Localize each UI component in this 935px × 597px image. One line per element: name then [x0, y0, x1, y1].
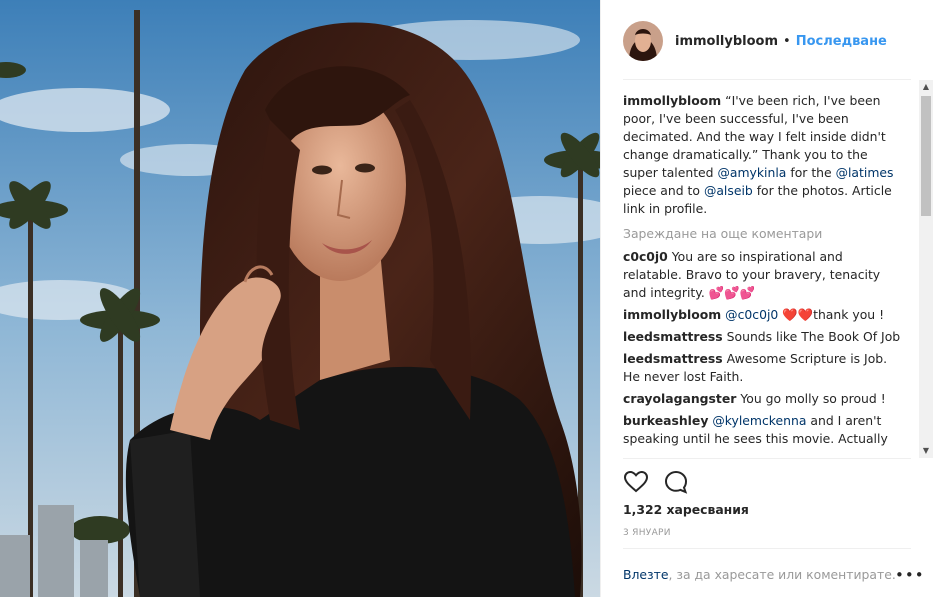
- likes-count[interactable]: 1,322 харесвания: [623, 502, 749, 517]
- comments-divider: [623, 458, 911, 459]
- login-prompt: Влезте, за да харесате или коментирате.: [623, 567, 896, 582]
- comment-item: leedsmattress Awesome Scripture is Job. …: [623, 350, 905, 386]
- comment-icon[interactable]: [663, 469, 689, 495]
- caption-username[interactable]: immollybloom: [623, 93, 721, 108]
- heart-icon[interactable]: [623, 469, 649, 495]
- post-date[interactable]: 3 ЯНУАРИ: [623, 528, 671, 538]
- scroll-up-arrow-icon[interactable]: ▲: [919, 80, 933, 94]
- portrait-image: [0, 0, 600, 597]
- comment-username[interactable]: burkeashley: [623, 413, 708, 428]
- comment-username[interactable]: leedsmattress: [623, 351, 723, 366]
- comment-item: leedsmattress Sounds like The Book Of Jo…: [623, 328, 905, 346]
- login-text: , за да харесате или коментирате.: [668, 567, 896, 582]
- comment-item: crayolagangster You go molly so proud !: [623, 390, 905, 408]
- more-options-icon[interactable]: •••: [895, 566, 925, 584]
- comment-item: immollybloom @c0c0j0 ❤️❤️thank you !: [623, 306, 905, 324]
- comment-username[interactable]: leedsmattress: [623, 329, 723, 344]
- footer-divider: [623, 548, 911, 549]
- comment-text: You go molly so proud !: [740, 391, 886, 406]
- login-link[interactable]: Влезте: [623, 567, 668, 582]
- header-username[interactable]: immollybloom: [675, 34, 778, 49]
- scroll-down-arrow-icon[interactable]: ▼: [919, 444, 933, 458]
- header-divider: [623, 79, 911, 80]
- post-actions: [623, 469, 689, 495]
- comment-text: Sounds like The Book Of Job: [726, 329, 901, 344]
- follow-button[interactable]: Последване: [796, 34, 887, 49]
- comments-list[interactable]: immollybloom “I've been rich, I've been …: [623, 92, 905, 458]
- comments-scrollbar[interactable]: ▲ ▼: [919, 80, 933, 458]
- post-photo: [0, 0, 600, 597]
- caption-text: for the: [786, 165, 836, 180]
- scrollbar-thumb[interactable]: [921, 96, 931, 216]
- comment-text: ❤️❤️thank you !: [782, 307, 885, 322]
- avatar[interactable]: [623, 21, 663, 61]
- comment-username[interactable]: crayolagangster: [623, 391, 736, 406]
- comment-username[interactable]: immollybloom: [623, 307, 721, 322]
- post-side-panel: immollybloom • Последване immollybloom “…: [600, 0, 935, 597]
- post-header: immollybloom • Последване: [623, 19, 887, 63]
- comment-mention[interactable]: @c0c0j0: [725, 307, 778, 322]
- caption-text: piece and to: [623, 183, 704, 198]
- caption-mention[interactable]: @amykinla: [718, 165, 787, 180]
- caption-mention[interactable]: @alseib: [704, 183, 753, 198]
- caption: immollybloom “I've been rich, I've been …: [623, 92, 905, 218]
- comment-item: burkeashley @kylemckenna and I aren't sp…: [623, 412, 905, 448]
- header-separator: •: [783, 33, 791, 49]
- caption-mention[interactable]: @latimes: [836, 165, 894, 180]
- comment-username[interactable]: c0c0j0: [623, 249, 668, 264]
- load-more-comments-link[interactable]: Зареждане на още коментари: [623, 225, 905, 243]
- comment-mention[interactable]: @kylemckenna: [712, 413, 806, 428]
- comment-item: c0c0j0 You are so inspirational and rela…: [623, 248, 905, 302]
